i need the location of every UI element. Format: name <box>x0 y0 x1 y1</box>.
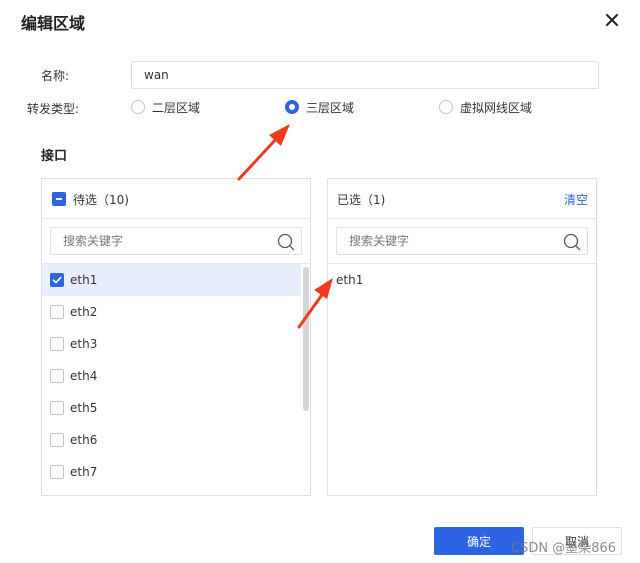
radio-circle <box>285 100 299 114</box>
item-checkbox[interactable] <box>50 305 64 319</box>
interface-item-eth1[interactable]: eth1 <box>42 264 301 296</box>
item-label: eth2 <box>70 305 98 319</box>
radio-circle <box>439 100 453 114</box>
available-interfaces-panel: 待选（10) eth1 eth2 eth3 eth4 <box>41 178 311 496</box>
item-checkbox[interactable] <box>50 369 64 383</box>
interface-item-eth4[interactable]: eth4 <box>42 360 301 392</box>
clear-link[interactable]: 清空 <box>564 191 588 208</box>
radio-layer2-zone[interactable]: 二层区域 <box>131 98 200 116</box>
item-checkbox[interactable] <box>50 401 64 415</box>
selected-search-input[interactable] <box>337 228 587 254</box>
radio-label: 虚拟网线区域 <box>460 100 533 115</box>
selected-item-eth1[interactable]: eth1 <box>328 264 587 296</box>
available-panel-header: 待选（10) <box>42 179 310 219</box>
item-label: eth1 <box>336 273 364 287</box>
list-scrollbar[interactable] <box>303 267 309 411</box>
radio-virtual-wire-zone[interactable]: 虚拟网线区域 <box>439 98 532 116</box>
interface-item-eth3[interactable]: eth3 <box>42 328 301 360</box>
selected-count-label: 已选（1) <box>337 193 386 207</box>
name-label: 名称: <box>41 69 70 83</box>
selected-panel-header: 已选（1) 清空 <box>328 179 596 219</box>
item-checkbox[interactable] <box>50 465 64 479</box>
item-checkbox[interactable] <box>50 273 64 287</box>
item-label: eth6 <box>70 433 98 447</box>
dialog-title: 编辑区域 <box>21 14 86 33</box>
item-label: eth5 <box>70 401 98 415</box>
radio-layer3-zone[interactable]: 三层区域 <box>285 98 354 116</box>
annotation-arrow-icon <box>237 124 290 181</box>
check-icon <box>52 276 62 284</box>
search-icon <box>563 233 581 251</box>
item-checkbox[interactable] <box>50 433 64 447</box>
available-count-label: 待选（10) <box>73 193 129 207</box>
item-label: eth1 <box>70 273 98 287</box>
item-label: eth7 <box>70 465 98 479</box>
watermark: CSDN @墨染866 <box>511 541 617 556</box>
radio-label: 二层区域 <box>152 100 201 115</box>
selected-interfaces-panel: 已选（1) 清空 eth1 <box>327 178 597 496</box>
name-input[interactable] <box>131 61 599 89</box>
edit-zone-dialog: 编辑区域 名称: 转发类型: 二层区域 三层区域 虚拟网线区域 接口 待选（10… <box>0 0 640 563</box>
select-all-checkbox[interactable] <box>52 192 66 206</box>
item-label: eth4 <box>70 369 98 383</box>
interface-item-eth2[interactable]: eth2 <box>42 296 301 328</box>
item-checkbox[interactable] <box>50 337 64 351</box>
item-label: eth3 <box>70 337 98 351</box>
available-search <box>50 227 302 255</box>
radio-label: 三层区域 <box>306 100 355 115</box>
interface-item-eth6[interactable]: eth6 <box>42 424 301 456</box>
search-icon <box>277 233 295 251</box>
available-search-input[interactable] <box>51 228 301 254</box>
interface-item-eth5[interactable]: eth5 <box>42 392 301 424</box>
interfaces-section-title: 接口 <box>41 149 68 164</box>
interface-item-eth7[interactable]: eth7 <box>42 456 301 488</box>
selected-search <box>336 227 588 255</box>
close-icon[interactable] <box>602 10 622 30</box>
radio-circle <box>131 100 145 114</box>
forward-type-label: 转发类型: <box>27 102 80 116</box>
